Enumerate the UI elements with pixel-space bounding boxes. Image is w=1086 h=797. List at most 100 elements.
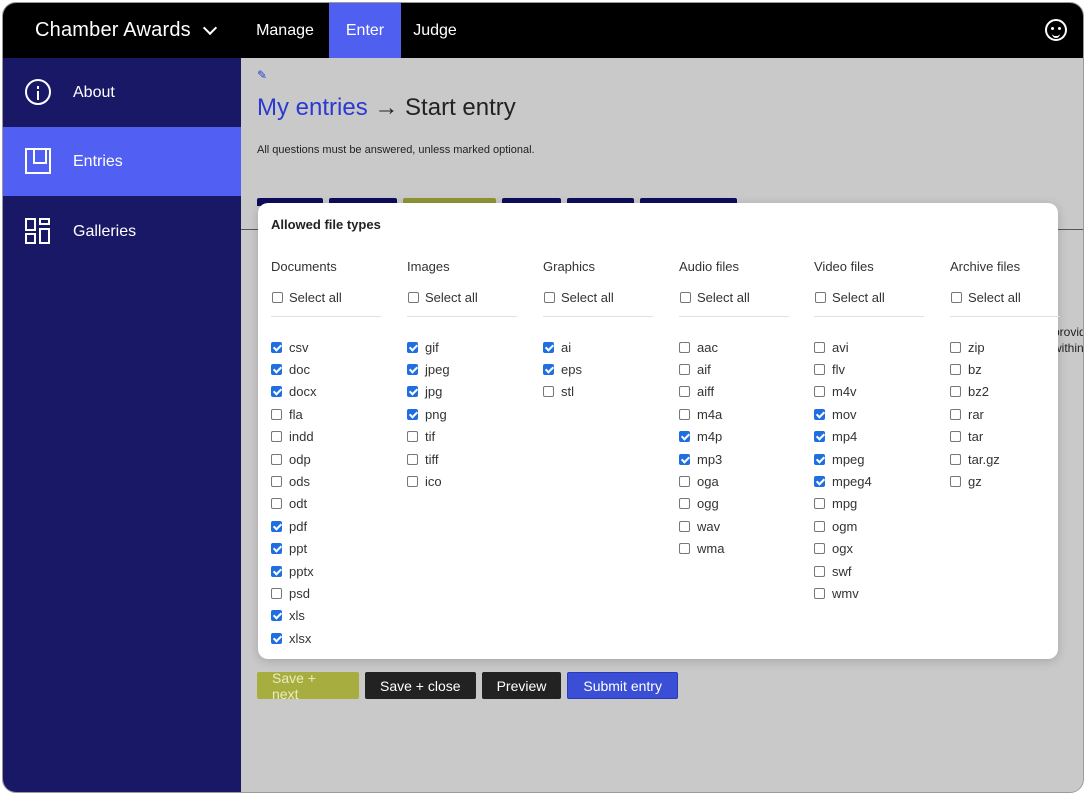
checkbox[interactable]: [679, 498, 690, 510]
checkbox-checked[interactable]: [271, 364, 282, 376]
file-type-option[interactable]: avi: [814, 336, 924, 358]
checkbox[interactable]: [950, 408, 961, 420]
checkbox-checked[interactable]: [814, 453, 825, 465]
checkbox[interactable]: [271, 431, 282, 443]
file-type-option[interactable]: mp4: [814, 426, 924, 448]
brand-switcher[interactable]: Chamber Awards: [35, 3, 217, 58]
file-type-option[interactable]: rar: [950, 403, 1060, 425]
checkbox[interactable]: [679, 408, 690, 420]
save-next-button[interactable]: Save + next: [257, 670, 359, 702]
file-type-option[interactable]: ogm: [814, 515, 924, 537]
checkbox[interactable]: [271, 476, 282, 488]
checkbox[interactable]: [271, 498, 282, 510]
sidebar-item-about[interactable]: About: [3, 58, 241, 127]
sidebar-item-entries[interactable]: Entries: [3, 127, 241, 196]
checkbox[interactable]: [814, 543, 825, 555]
file-type-option[interactable]: tar.gz: [950, 448, 1060, 470]
checkbox[interactable]: [680, 291, 691, 303]
checkbox[interactable]: [950, 476, 961, 488]
file-type-option[interactable]: ico: [407, 470, 517, 492]
checkbox-checked[interactable]: [543, 364, 554, 376]
file-type-option[interactable]: flv: [814, 358, 924, 380]
file-type-option[interactable]: oga: [679, 470, 789, 492]
checkbox[interactable]: [814, 565, 825, 577]
checkbox-checked[interactable]: [679, 453, 690, 465]
select-all-checkbox[interactable]: Select all: [950, 289, 1060, 305]
checkbox-checked[interactable]: [814, 476, 825, 488]
file-type-option[interactable]: tiff: [407, 448, 517, 470]
checkbox[interactable]: [679, 520, 690, 532]
file-type-option[interactable]: mp3: [679, 448, 789, 470]
checkbox[interactable]: [814, 341, 825, 353]
file-type-option[interactable]: doc: [271, 358, 381, 380]
file-type-option[interactable]: bz2: [950, 381, 1060, 403]
file-type-option[interactable]: eps: [543, 358, 653, 380]
file-type-option[interactable]: aif: [679, 358, 789, 380]
file-type-option[interactable]: wav: [679, 515, 789, 537]
file-type-option[interactable]: ai: [543, 336, 653, 358]
sidebar-item-galleries[interactable]: Galleries: [3, 197, 241, 266]
checkbox[interactable]: [950, 341, 961, 353]
file-type-option[interactable]: wma: [679, 538, 789, 560]
file-type-option[interactable]: stl: [543, 381, 653, 403]
checkbox[interactable]: [814, 364, 825, 376]
checkbox-checked[interactable]: [271, 520, 282, 532]
file-type-option[interactable]: mpg: [814, 493, 924, 515]
file-type-option[interactable]: m4p: [679, 426, 789, 448]
checkbox[interactable]: [679, 386, 690, 398]
checkbox[interactable]: [814, 520, 825, 532]
file-type-option[interactable]: bz: [950, 358, 1060, 380]
file-type-option[interactable]: pdf: [271, 515, 381, 537]
checkbox[interactable]: [407, 431, 418, 443]
checkbox-checked[interactable]: [543, 341, 554, 353]
checkbox-checked[interactable]: [407, 386, 418, 398]
checkbox[interactable]: [271, 587, 282, 599]
checkbox[interactable]: [679, 543, 690, 555]
file-type-option[interactable]: odt: [271, 493, 381, 515]
file-type-option[interactable]: gz: [950, 470, 1060, 492]
checkbox[interactable]: [950, 386, 961, 398]
checkbox[interactable]: [679, 364, 690, 376]
checkbox[interactable]: [814, 386, 825, 398]
file-type-option[interactable]: aiff: [679, 381, 789, 403]
checkbox[interactable]: [272, 291, 283, 303]
file-type-option[interactable]: mpeg4: [814, 470, 924, 492]
file-type-option[interactable]: wmv: [814, 582, 924, 604]
checkbox[interactable]: [950, 453, 961, 465]
file-type-option[interactable]: indd: [271, 426, 381, 448]
file-type-option[interactable]: m4a: [679, 403, 789, 425]
breadcrumb-my-entries[interactable]: My entries: [257, 94, 368, 121]
edit-pencil-icon[interactable]: ✎: [257, 68, 267, 82]
checkbox-checked[interactable]: [271, 610, 282, 622]
file-type-option[interactable]: docx: [271, 381, 381, 403]
checkbox-checked[interactable]: [271, 341, 282, 353]
checkbox[interactable]: [543, 386, 554, 398]
file-type-option[interactable]: ods: [271, 470, 381, 492]
checkbox-checked[interactable]: [271, 543, 282, 555]
file-type-option[interactable]: ogg: [679, 493, 789, 515]
checkbox[interactable]: [814, 498, 825, 510]
preview-button[interactable]: Preview: [481, 672, 562, 699]
checkbox-checked[interactable]: [271, 632, 282, 644]
file-type-option[interactable]: ogx: [814, 538, 924, 560]
tab-enter[interactable]: Enter: [329, 3, 401, 58]
checkbox[interactable]: [407, 476, 418, 488]
checkbox[interactable]: [950, 364, 961, 376]
checkbox[interactable]: [815, 291, 826, 303]
checkbox[interactable]: [544, 291, 555, 303]
file-type-option[interactable]: csv: [271, 336, 381, 358]
file-type-option[interactable]: jpg: [407, 381, 517, 403]
file-type-option[interactable]: aac: [679, 336, 789, 358]
file-type-option[interactable]: xls: [271, 605, 381, 627]
checkbox[interactable]: [271, 453, 282, 465]
submit-entry-button[interactable]: Submit entry: [567, 672, 678, 699]
checkbox[interactable]: [951, 291, 962, 303]
checkbox-checked[interactable]: [407, 341, 418, 353]
select-all-checkbox[interactable]: Select all: [543, 289, 653, 305]
checkbox-checked[interactable]: [271, 386, 282, 398]
file-type-option[interactable]: ppt: [271, 538, 381, 560]
file-type-option[interactable]: xlsx: [271, 627, 381, 649]
checkbox-checked[interactable]: [407, 364, 418, 376]
file-type-option[interactable]: png: [407, 403, 517, 425]
checkbox[interactable]: [271, 408, 282, 420]
